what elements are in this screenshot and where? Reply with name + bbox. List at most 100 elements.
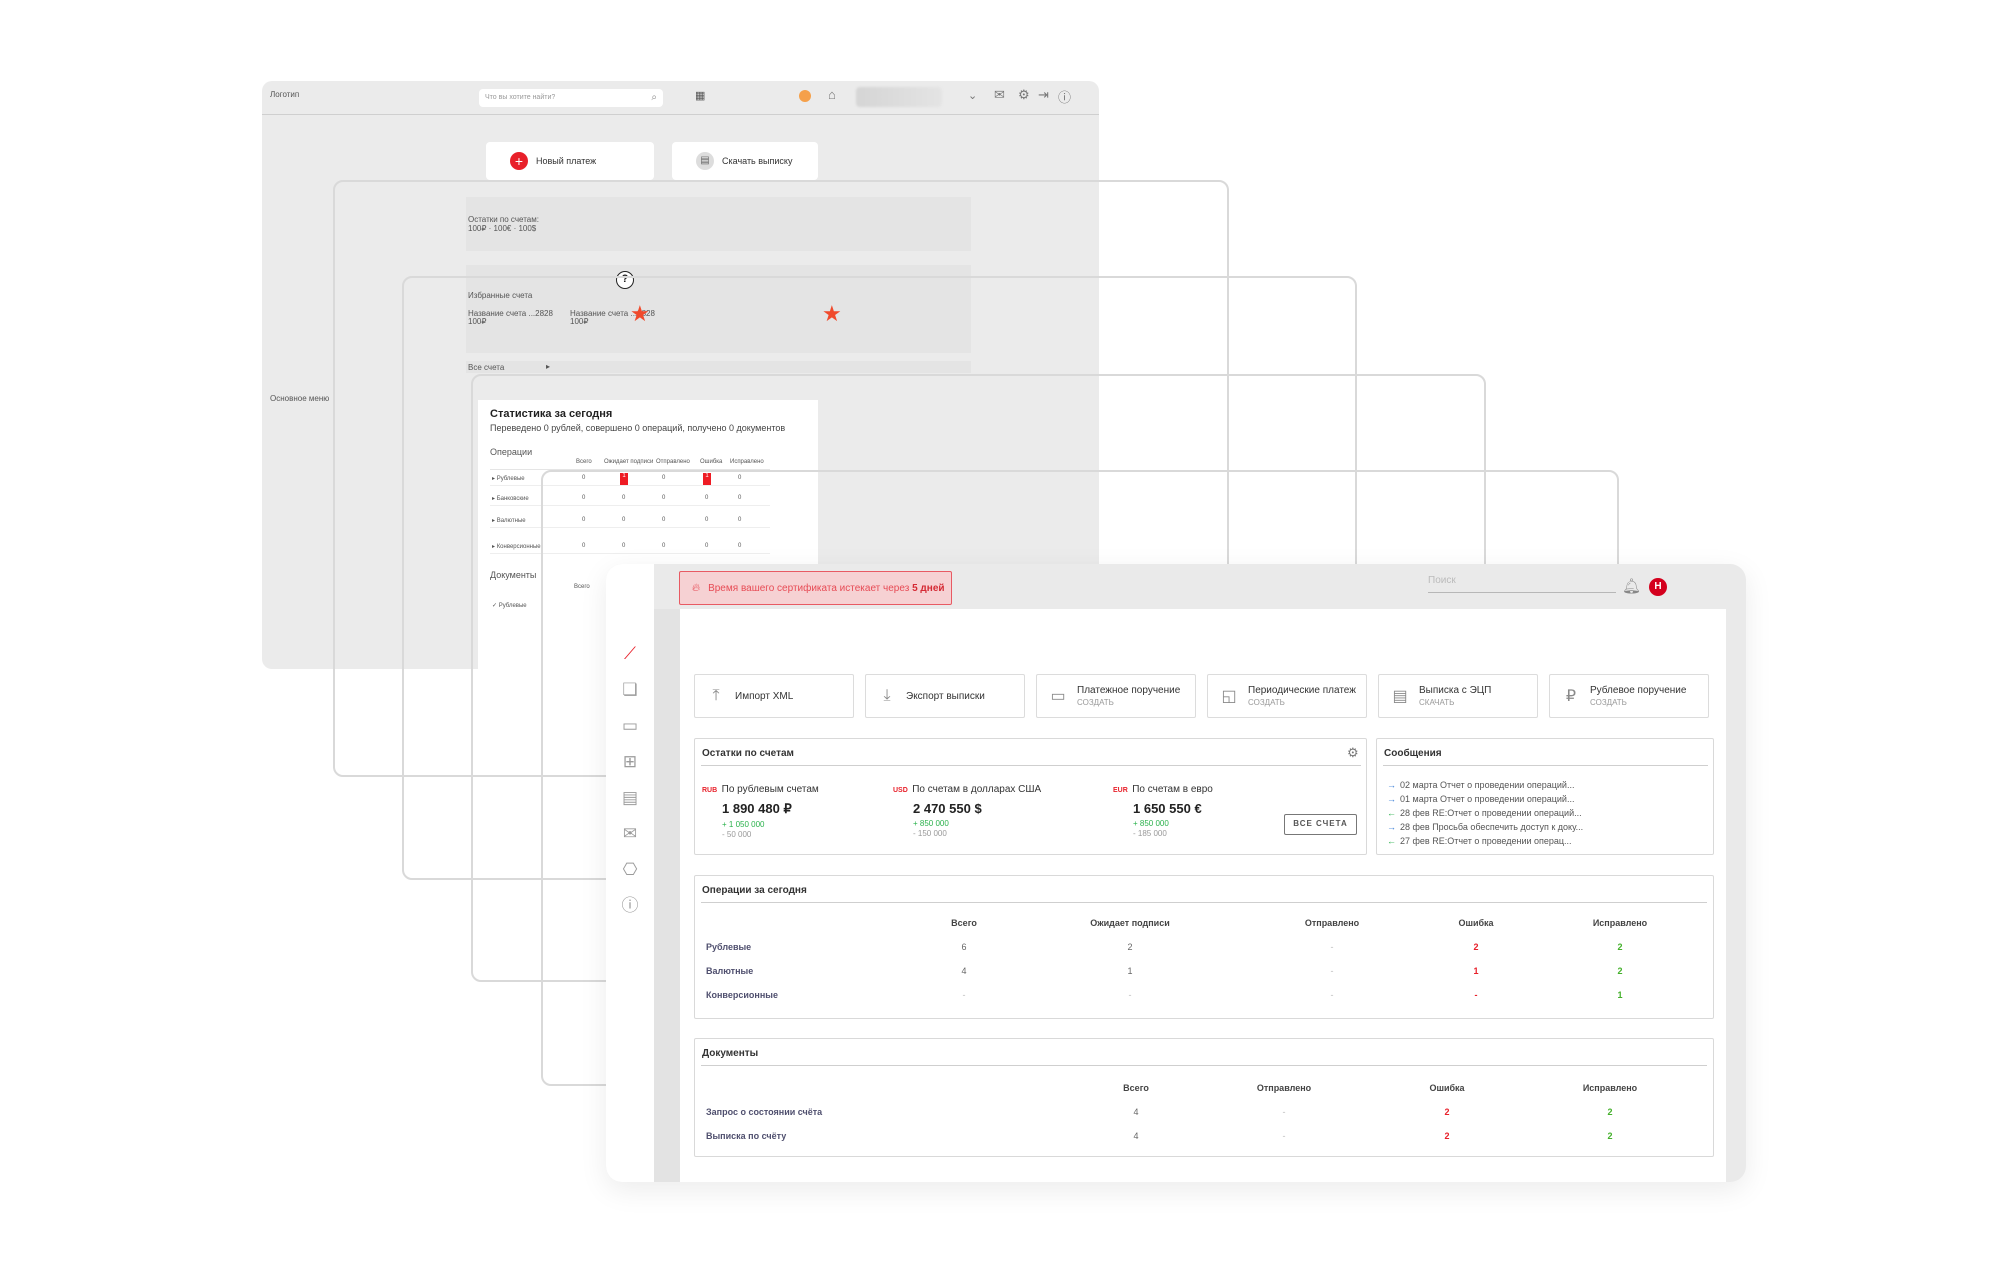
list-icon[interactable]: ▤ (620, 788, 640, 808)
bank-icon: ⌂ (828, 87, 836, 102)
balance-eur[interactable]: EUR По счетам в евро 1 650 550 € + 850 0… (1113, 779, 1273, 838)
balance-outcome: - 50 000 (722, 830, 752, 839)
qa-sub: СОЗДАТЬ (1077, 698, 1114, 707)
table-cell: - (962, 990, 966, 1000)
document-icon: ▤ (696, 152, 714, 170)
blurred-user-info (856, 87, 942, 107)
messages-title: Сообщения (1384, 748, 1442, 759)
table-header: Всего (951, 918, 977, 928)
qa-label: Импорт XML (735, 690, 794, 702)
help-icon[interactable]: ⓘ (1058, 87, 1071, 106)
briefcase-icon[interactable]: ▭ (620, 716, 640, 736)
bell-icon[interactable]: 🔔︎ (1622, 577, 1641, 595)
ruble-order-button[interactable]: ₽ Рублевое поручение СОЗДАТЬ (1549, 674, 1709, 718)
arrow-right-icon: → (1387, 780, 1396, 790)
table-cell: 1 (1617, 990, 1623, 1000)
wireframe-download-label: Скачать выписку (722, 156, 793, 166)
document-icon: ◱ (1221, 688, 1237, 705)
table-row-label[interactable]: Валютные (706, 966, 753, 976)
qa-label: Рублевое поручение (1590, 685, 1687, 696)
qa-label: Платежное поручение (1077, 685, 1181, 696)
qa-sub: СОЗДАТЬ (1248, 698, 1285, 707)
documents-icon[interactable]: ❏ (620, 680, 640, 700)
table-row-label[interactable]: Выписка по счёту (706, 1131, 786, 1141)
table-cell: 1 (1473, 966, 1479, 976)
mail-icon[interactable]: ✉ (620, 824, 640, 844)
table-cell: 4 (1133, 1107, 1139, 1117)
balance-usd[interactable]: USD По счетам в долларах США 2 470 550 $… (893, 779, 1103, 838)
chevron-down-icon[interactable]: ⌄ (968, 89, 977, 102)
currency-code: EUR (1113, 787, 1128, 794)
table-cell: - (1330, 942, 1334, 952)
open-mail-icon[interactable]: ⎔ (620, 860, 640, 880)
table-row-label[interactable]: Рублевые (706, 942, 751, 952)
balance-amount: 1 890 480 ₽ (722, 801, 792, 816)
table-cell: 6 (961, 942, 967, 952)
signed-statement-button[interactable]: ▤ Выписка с ЭЦП СКАЧАТЬ (1378, 674, 1538, 718)
gear-icon[interactable]: ⚙ (1018, 87, 1030, 103)
avatar[interactable]: Н (1649, 578, 1667, 596)
table-cell: 1 (1127, 966, 1133, 976)
wireframe-new-payment-button[interactable]: + Новый платеж (486, 142, 654, 180)
table-header: Отправлено (1256, 1083, 1312, 1093)
table-cell: 2 (1444, 1107, 1450, 1117)
message-item[interactable]: ← 28 фев RE:Отчет о проведении операций..… (1387, 808, 1582, 818)
table-cell: 2 (1617, 966, 1623, 976)
balance-rub[interactable]: RUB По рублевым счетам 1 890 480 ₽ + 1 0… (702, 779, 892, 839)
balances-card: Остатки по счетам ⚙ RUB По рублевым счет… (694, 738, 1367, 855)
chart-icon[interactable]: ⟋ (620, 644, 640, 664)
periodic-payment-button[interactable]: ◱ Периодические платеж СОЗДАТЬ (1207, 674, 1367, 718)
qa-label: Выписка с ЭЦП (1419, 685, 1492, 696)
table-header: Ошибка (1429, 1083, 1465, 1093)
table-header: Ожидает подписи (1090, 918, 1170, 928)
wireframe-download-button[interactable]: ▤ Скачать выписку (672, 142, 818, 180)
icon-sidebar: ⟋ ❏ ▭ ⊞ ▤ ✉ ⎔ ⓘ (606, 564, 654, 1182)
download-icon: ⤓ (883, 687, 891, 704)
certificate-alert[interactable]: 🔥︎ Время вашего сертификата истекает чер… (679, 571, 952, 605)
ruble-icon: ₽ (1565, 688, 1577, 705)
wireframe-logo: Логотип (270, 90, 300, 99)
balance-outcome: - 185 000 (1133, 829, 1167, 838)
balance-label: По счетам в долларах США (912, 784, 1042, 795)
documents-card: Документы Всего Отправлено Ошибка Исправ… (694, 1038, 1714, 1157)
import-xml-button[interactable]: ⤒ Импорт XML (694, 674, 854, 718)
search-icon: ⌕ (651, 92, 657, 103)
arrow-right-icon: → (1387, 822, 1396, 832)
table-header: Ошибка (1458, 918, 1494, 928)
calendar-icon[interactable]: ▦ (695, 89, 705, 102)
balance-amount: 1 650 550 € (1133, 801, 1202, 816)
balance-label: По рублевым счетам (721, 784, 819, 795)
wireframe-topbar: Логотип Что вы хотите найти? ⌕ ▦ ⌂ ⌄ ✉ ⚙… (262, 81, 1099, 115)
table-cell: - (1282, 1131, 1286, 1141)
search-input[interactable]: Поиск (1428, 575, 1616, 593)
all-accounts-button[interactable]: ВСЕ СЧЕТА (1284, 814, 1357, 835)
wireframe-search-input[interactable]: Что вы хотите найти? ⌕ (479, 89, 663, 107)
plus-square-icon[interactable]: ⊞ (620, 752, 640, 772)
upload-icon: ⤒ (712, 687, 720, 704)
flame-icon: 🔥︎ (692, 581, 701, 594)
message-item[interactable]: → 02 марта Отчет о проведении операций... (1387, 780, 1574, 790)
divider (701, 902, 1707, 903)
help-icon[interactable]: ⓘ (620, 896, 640, 916)
table-cell: 2 (1473, 942, 1479, 952)
mail-icon[interactable]: ✉ (994, 87, 1005, 103)
balance-income: + 850 000 (1133, 819, 1169, 828)
balance-amount: 2 470 550 $ (913, 801, 982, 816)
qa-sub: СОЗДАТЬ (1590, 698, 1627, 707)
table-cell: 2 (1444, 1131, 1450, 1141)
table-row-label[interactable]: Конверсионные (706, 990, 778, 1000)
qa-sub: СКАЧАТЬ (1419, 698, 1455, 707)
sidebar-strip (654, 609, 680, 1182)
main-content: ⤒ Импорт XML ⤓ Экспорт выписки ▭ Платежн… (680, 609, 1726, 1182)
list-icon: ▤ (1392, 688, 1408, 705)
message-item[interactable]: → 28 фев Просьба обеспечить доступ к доку… (1387, 822, 1583, 832)
currency-code: USD (893, 787, 908, 794)
table-row-label[interactable]: Запрос о состоянии счёта (706, 1107, 822, 1117)
gear-icon[interactable]: ⚙ (1347, 745, 1359, 761)
export-statement-button[interactable]: ⤓ Экспорт выписки (865, 674, 1025, 718)
logout-icon[interactable]: ⇥ (1038, 87, 1049, 103)
message-item[interactable]: → 01 марта Отчет о проведении операций... (1387, 794, 1574, 804)
search-placeholder: Поиск (1428, 575, 1456, 586)
message-item[interactable]: ← 27 фев RE:Отчет о проведении операц... (1387, 836, 1572, 846)
payment-order-button[interactable]: ▭ Платежное поручение СОЗДАТЬ (1036, 674, 1196, 718)
